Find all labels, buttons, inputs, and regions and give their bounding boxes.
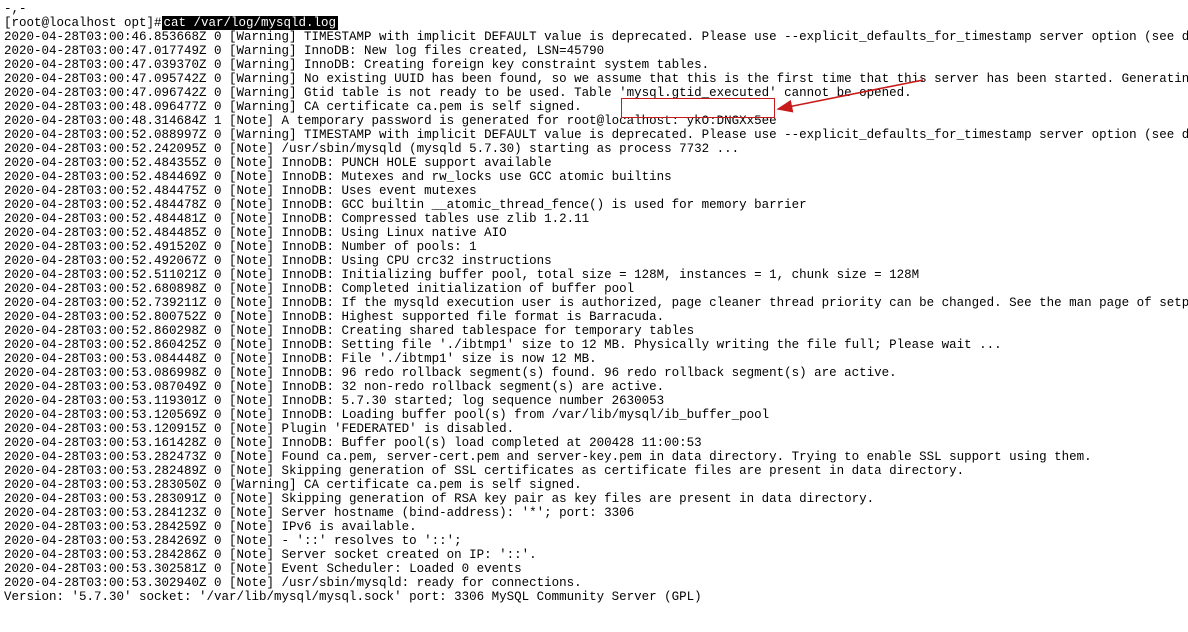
log-line: 2020-04-28T03:00:52.491520Z 0 [Note] Inn… <box>4 240 1184 254</box>
log-line: 2020-04-28T03:00:52.242095Z 0 [Note] /us… <box>4 142 1184 156</box>
log-line: 2020-04-28T03:00:53.284269Z 0 [Note] - '… <box>4 534 1184 548</box>
log-line: 2020-04-28T03:00:53.302940Z 0 [Note] /us… <box>4 576 1184 590</box>
log-line: 2020-04-28T03:00:53.161428Z 0 [Note] Inn… <box>4 436 1184 450</box>
terminal-command-highlighted: cat /var/log/mysqld.log <box>162 16 339 30</box>
terminal-prefix: -,- <box>4 2 1184 16</box>
terminal-prompt-line: [root@localhost opt]# cat /var/log/mysql… <box>4 16 1184 30</box>
log-line: 2020-04-28T03:00:53.086998Z 0 [Note] Inn… <box>4 366 1184 380</box>
log-line: 2020-04-28T03:00:48.314684Z 1 [Note] A t… <box>4 114 1184 128</box>
log-line: 2020-04-28T03:00:47.096742Z 0 [Warning] … <box>4 86 1184 100</box>
terminal-output: 2020-04-28T03:00:46.853668Z 0 [Warning] … <box>4 30 1184 604</box>
log-line: 2020-04-28T03:00:53.284259Z 0 [Note] IPv… <box>4 520 1184 534</box>
log-line: 2020-04-28T03:00:53.084448Z 0 [Note] Inn… <box>4 352 1184 366</box>
log-line: 2020-04-28T03:00:52.484469Z 0 [Note] Inn… <box>4 170 1184 184</box>
log-line: 2020-04-28T03:00:52.860425Z 0 [Note] Inn… <box>4 338 1184 352</box>
log-line: 2020-04-28T03:00:53.284286Z 0 [Note] Ser… <box>4 548 1184 562</box>
log-line: 2020-04-28T03:00:47.095742Z 0 [Warning] … <box>4 72 1184 86</box>
log-line: 2020-04-28T03:00:53.119301Z 0 [Note] Inn… <box>4 394 1184 408</box>
log-line: 2020-04-28T03:00:52.680898Z 0 [Note] Inn… <box>4 282 1184 296</box>
log-line: 2020-04-28T03:00:52.739211Z 0 [Note] Inn… <box>4 296 1184 310</box>
log-line: 2020-04-28T03:00:53.120569Z 0 [Note] Inn… <box>4 408 1184 422</box>
log-line: 2020-04-28T03:00:53.302581Z 0 [Note] Eve… <box>4 562 1184 576</box>
log-line: Version: '5.7.30' socket: '/var/lib/mysq… <box>4 590 1184 604</box>
log-line: 2020-04-28T03:00:53.284123Z 0 [Note] Ser… <box>4 506 1184 520</box>
log-line: 2020-04-28T03:00:47.039370Z 0 [Warning] … <box>4 58 1184 72</box>
log-line: 2020-04-28T03:00:52.088997Z 0 [Warning] … <box>4 128 1184 142</box>
log-line: 2020-04-28T03:00:52.860298Z 0 [Note] Inn… <box>4 324 1184 338</box>
log-line: 2020-04-28T03:00:52.484478Z 0 [Note] Inn… <box>4 198 1184 212</box>
terminal-prompt: [root@localhost opt]# <box>4 16 162 30</box>
log-line: 2020-04-28T03:00:53.283050Z 0 [Warning] … <box>4 478 1184 492</box>
log-line: 2020-04-28T03:00:52.484481Z 0 [Note] Inn… <box>4 212 1184 226</box>
log-line: 2020-04-28T03:00:46.853668Z 0 [Warning] … <box>4 30 1184 44</box>
log-line: 2020-04-28T03:00:52.511021Z 0 [Note] Inn… <box>4 268 1184 282</box>
log-line: 2020-04-28T03:00:52.492067Z 0 [Note] Inn… <box>4 254 1184 268</box>
log-line: 2020-04-28T03:00:53.283091Z 0 [Note] Ski… <box>4 492 1184 506</box>
log-line: 2020-04-28T03:00:53.087049Z 0 [Note] Inn… <box>4 380 1184 394</box>
log-line: 2020-04-28T03:00:52.484485Z 0 [Note] Inn… <box>4 226 1184 240</box>
log-line: 2020-04-28T03:00:53.120915Z 0 [Note] Plu… <box>4 422 1184 436</box>
log-line: 2020-04-28T03:00:52.484475Z 0 [Note] Inn… <box>4 184 1184 198</box>
log-line: 2020-04-28T03:00:53.282489Z 0 [Note] Ski… <box>4 464 1184 478</box>
log-line: 2020-04-28T03:00:53.282473Z 0 [Note] Fou… <box>4 450 1184 464</box>
log-line: 2020-04-28T03:00:47.017749Z 0 [Warning] … <box>4 44 1184 58</box>
log-line: 2020-04-28T03:00:48.096477Z 0 [Warning] … <box>4 100 1184 114</box>
log-line: 2020-04-28T03:00:52.484355Z 0 [Note] Inn… <box>4 156 1184 170</box>
log-line: 2020-04-28T03:00:52.800752Z 0 [Note] Inn… <box>4 310 1184 324</box>
